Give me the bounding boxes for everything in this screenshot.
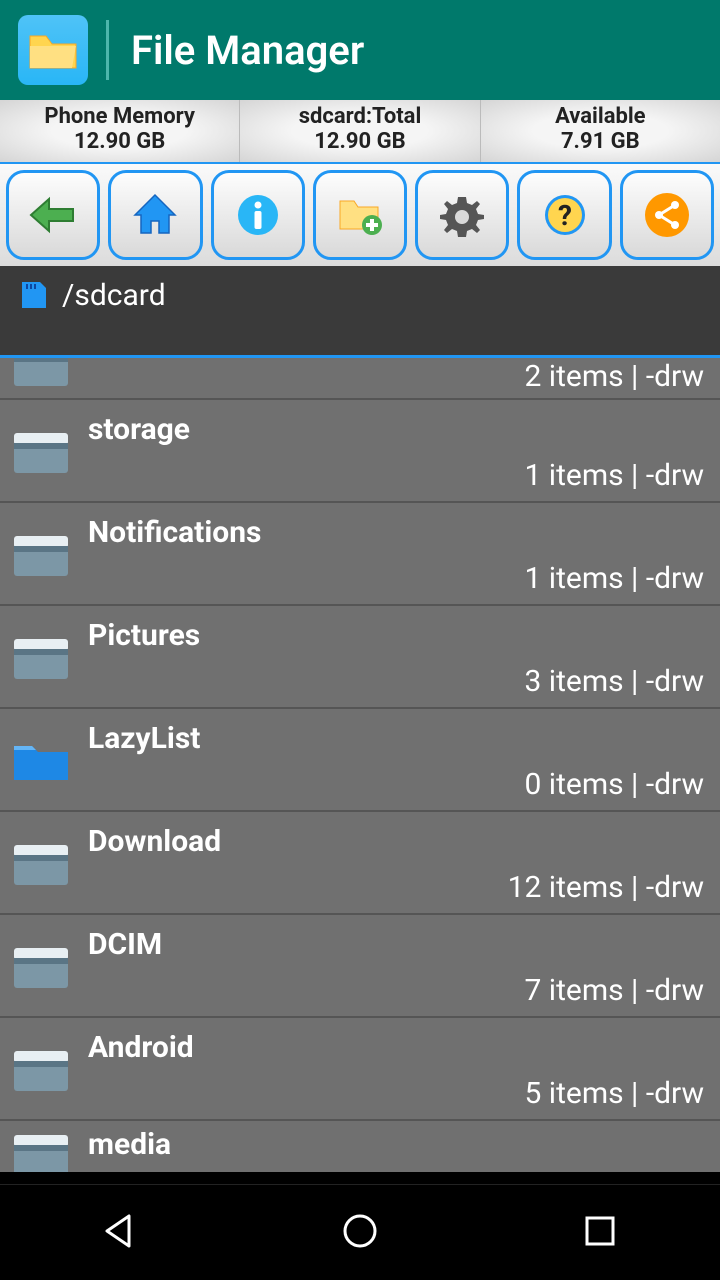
storage-value: 7.91 GB (481, 129, 720, 154)
app-header: File Manager (0, 0, 720, 100)
nav-home-button[interactable] (339, 1210, 381, 1256)
svg-text:?: ? (558, 199, 572, 232)
arrow-left-icon (27, 189, 79, 241)
folder-icon (10, 425, 72, 477)
folder-icon (10, 358, 72, 390)
triangle-back-icon (99, 1210, 141, 1252)
list-item[interactable]: 2 items | -drw (0, 358, 720, 400)
item-name: Pictures (88, 618, 706, 653)
share-icon (641, 189, 693, 241)
path-bar[interactable]: /sdcard (0, 266, 720, 358)
new-folder-icon (334, 189, 386, 241)
square-recent-icon (579, 1210, 621, 1252)
item-meta: 5 items | -drw (525, 1076, 705, 1111)
item-meta: 12 items | -drw (508, 870, 704, 905)
item-meta: 1 items | -drw (525, 458, 705, 493)
toolbar: ? (0, 164, 720, 266)
list-item[interactable]: LazyList 0 items | -drw (0, 709, 720, 812)
nav-back-button[interactable] (99, 1210, 141, 1256)
storage-value: 12.90 GB (0, 129, 239, 154)
folder-icon (10, 940, 72, 992)
folder-icon (10, 837, 72, 889)
back-button[interactable] (6, 170, 100, 260)
folder-icon (10, 734, 72, 786)
storage-summary: Phone Memory 12.90 GB sdcard:Total 12.90… (0, 100, 720, 164)
item-meta: 3 items | -drw (525, 664, 705, 699)
help-button[interactable]: ? (517, 170, 611, 260)
header-divider (106, 20, 109, 80)
list-item[interactable]: DCIM 7 items | -drw (0, 915, 720, 1018)
item-name: media (88, 1127, 706, 1162)
storage-label: Available (481, 104, 720, 129)
folder-icon (10, 1127, 72, 1172)
storage-value: 12.90 GB (240, 129, 479, 154)
circle-home-icon (339, 1210, 381, 1252)
home-icon (129, 189, 181, 241)
item-name: Download (88, 824, 706, 859)
share-button[interactable] (620, 170, 714, 260)
list-item[interactable]: Notifications 1 items | -drw (0, 503, 720, 606)
android-navbar (0, 1184, 720, 1280)
new-folder-button[interactable] (313, 170, 407, 260)
help-icon: ? (539, 189, 591, 241)
folder-icon (10, 631, 72, 683)
settings-button[interactable] (415, 170, 509, 260)
storage-sdcard-total[interactable]: sdcard:Total 12.90 GB (240, 100, 480, 162)
storage-label: Phone Memory (0, 104, 239, 129)
list-item[interactable]: Pictures 3 items | -drw (0, 606, 720, 709)
storage-available[interactable]: Available 7.91 GB (481, 100, 720, 162)
home-button[interactable] (108, 170, 202, 260)
file-list: 2 items | -drw storage 1 items | -drw No… (0, 358, 720, 1172)
app-logo-icon (18, 15, 88, 85)
item-meta: 2 items | -drw (525, 359, 705, 394)
gear-icon (436, 189, 488, 241)
storage-label: sdcard:Total (240, 104, 479, 129)
list-item[interactable]: Android 5 items | -drw (0, 1018, 720, 1121)
nav-recent-button[interactable] (579, 1210, 621, 1256)
info-button[interactable] (211, 170, 305, 260)
item-name: storage (88, 412, 706, 447)
storage-phone-memory[interactable]: Phone Memory 12.90 GB (0, 100, 240, 162)
app-title: File Manager (131, 27, 364, 74)
item-name: Notifications (88, 515, 706, 550)
item-meta: 7 items | -drw (525, 973, 705, 1008)
item-name: Android (88, 1030, 706, 1065)
item-name: LazyList (88, 721, 706, 756)
info-icon (232, 189, 284, 241)
list-item[interactable]: media (0, 1121, 720, 1172)
item-meta: 1 items | -drw (525, 561, 705, 596)
item-name: DCIM (88, 927, 706, 962)
list-item[interactable]: Download 12 items | -drw (0, 812, 720, 915)
current-path: /sdcard (62, 278, 166, 313)
list-item[interactable]: storage 1 items | -drw (0, 400, 720, 503)
folder-icon (10, 528, 72, 580)
sdcard-icon (18, 280, 48, 310)
folder-icon (10, 1043, 72, 1095)
item-meta: 0 items | -drw (525, 767, 705, 802)
